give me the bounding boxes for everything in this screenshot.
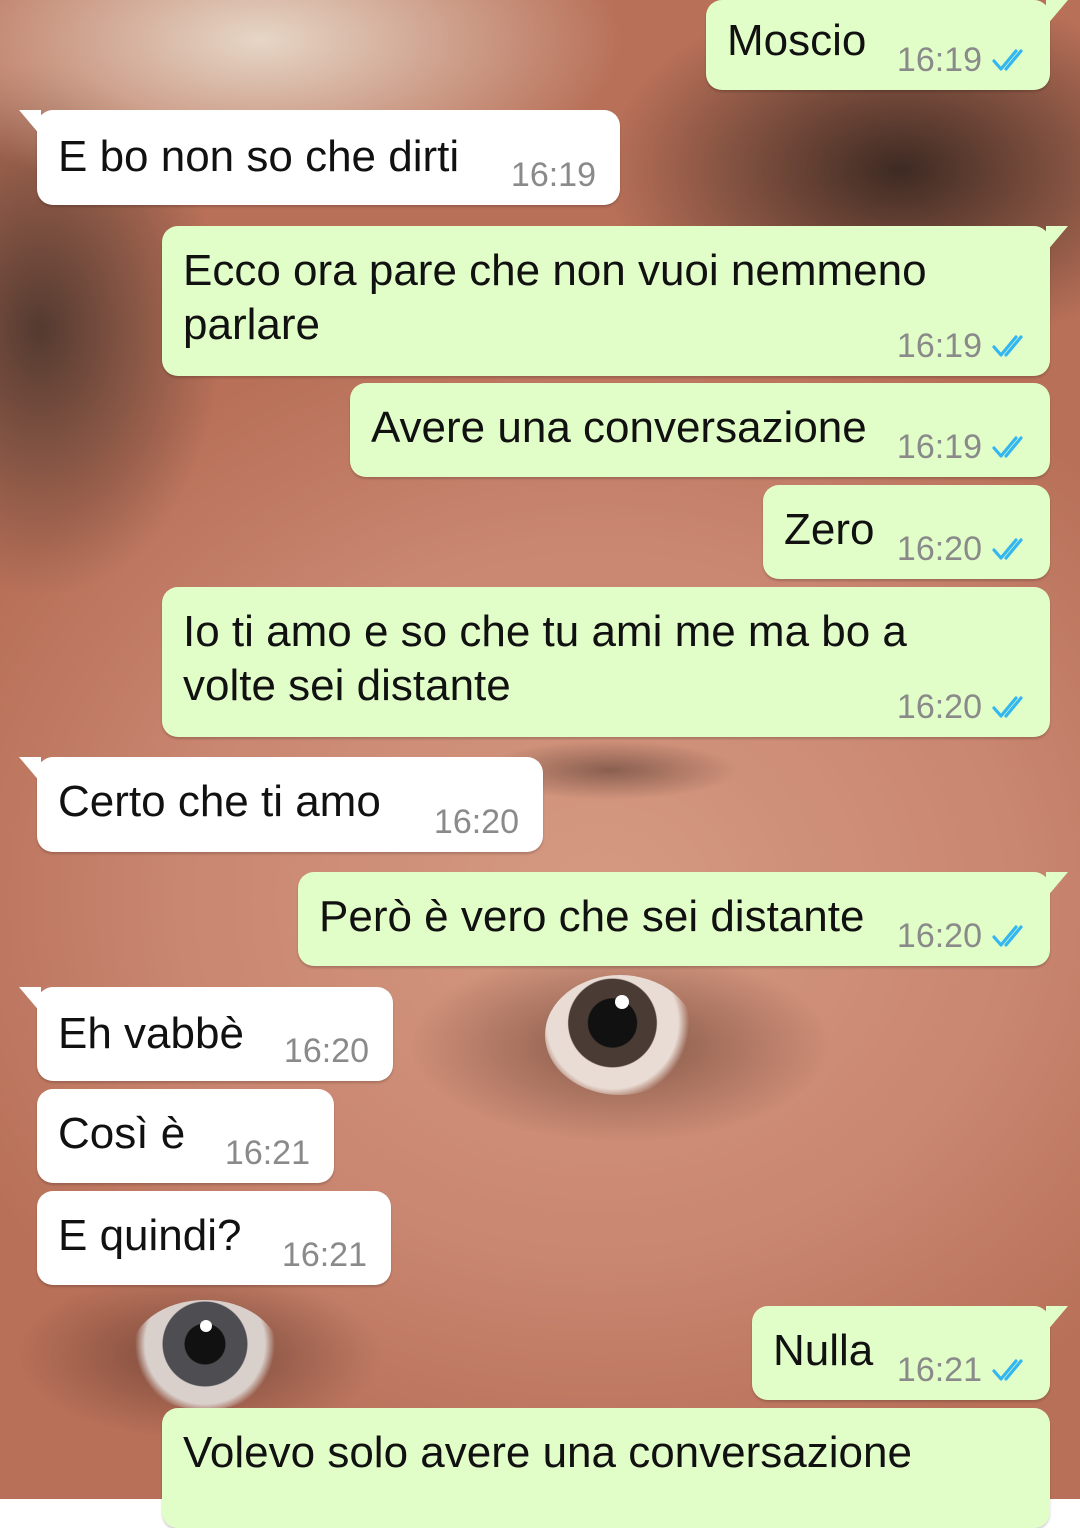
message-bubble-outgoing[interactable]: Nulla 16:21 bbox=[752, 1306, 1068, 1400]
message-bubble-outgoing[interactable]: Io ti amo e so che tu ami me ma bo a vol… bbox=[162, 587, 1050, 737]
message-text: Ecco ora pare che non vuoi nemmeno parla… bbox=[183, 246, 927, 349]
message-meta: 16:20 bbox=[434, 802, 519, 842]
message-bubble-incoming[interactable]: Così è 16:21 bbox=[37, 1089, 334, 1183]
message-text: Eh vabbè bbox=[58, 1009, 244, 1058]
message-meta: 16:21 bbox=[282, 1235, 367, 1275]
message-meta: 16:19 bbox=[897, 40, 1030, 80]
message-meta: 16:19 bbox=[897, 427, 1030, 467]
message-bubble-outgoing[interactable]: Volevo solo avere una conversazione bbox=[162, 1408, 1050, 1528]
double-check-icon bbox=[992, 49, 1023, 71]
message-time: 16:20 bbox=[896, 530, 982, 568]
message-bubble-outgoing[interactable]: Moscio 16:19 bbox=[706, 0, 1068, 90]
message-time: 16:20 bbox=[896, 688, 982, 726]
message-text: Così è bbox=[58, 1109, 186, 1158]
message-bubble-incoming[interactable]: Eh vabbè 16:20 bbox=[19, 987, 393, 1081]
message-meta: 16:21 bbox=[897, 1350, 1030, 1390]
message-meta: 16:20 bbox=[897, 529, 1030, 569]
message-text: Avere una conversazione bbox=[371, 403, 867, 452]
message-text: Io ti amo e so che tu ami me ma bo a vol… bbox=[183, 607, 907, 710]
double-check-icon bbox=[992, 335, 1023, 357]
message-text: Nulla bbox=[773, 1326, 874, 1375]
message-meta: 16:19 bbox=[897, 326, 1030, 366]
message-bubble-incoming[interactable]: E bo non so che dirti 16:19 bbox=[19, 110, 620, 205]
message-text: E quindi? bbox=[58, 1211, 242, 1260]
double-check-icon bbox=[992, 538, 1023, 560]
message-bubble-incoming[interactable]: E quindi? 16:21 bbox=[37, 1191, 391, 1285]
message-time: 16:19 bbox=[896, 428, 982, 466]
message-time: 16:21 bbox=[224, 1134, 310, 1172]
message-time: 16:19 bbox=[510, 156, 596, 194]
message-bubble-outgoing[interactable]: Avere una conversazione 16:19 bbox=[350, 383, 1050, 477]
message-meta: 16:19 bbox=[511, 155, 596, 195]
message-meta: 16:20 bbox=[284, 1031, 369, 1071]
message-text: Però è vero che sei distante bbox=[319, 892, 865, 941]
message-text: E bo non so che dirti bbox=[58, 132, 460, 181]
double-check-icon bbox=[992, 925, 1023, 947]
message-meta: 16:21 bbox=[225, 1133, 310, 1173]
message-time: 16:20 bbox=[433, 803, 519, 841]
message-time: 16:19 bbox=[896, 41, 982, 79]
double-check-icon bbox=[992, 436, 1023, 458]
wallpaper-eye bbox=[130, 1300, 280, 1410]
message-text: Moscio bbox=[727, 16, 867, 65]
message-time: 16:20 bbox=[283, 1032, 369, 1070]
message-time: 16:21 bbox=[896, 1351, 982, 1389]
message-text: Certo che ti amo bbox=[58, 777, 381, 826]
message-text: Volevo solo avere una conversazione bbox=[183, 1428, 912, 1477]
message-meta: 16:20 bbox=[897, 687, 1030, 727]
message-bubble-outgoing[interactable]: Ecco ora pare che non vuoi nemmeno parla… bbox=[162, 226, 1068, 376]
message-bubble-outgoing[interactable]: Zero 16:20 bbox=[763, 485, 1050, 579]
message-time: 16:21 bbox=[281, 1236, 367, 1274]
message-bubble-incoming[interactable]: Certo che ti amo 16:20 bbox=[19, 757, 543, 852]
message-meta: 16:20 bbox=[897, 916, 1030, 956]
message-text: Zero bbox=[784, 505, 875, 554]
message-time: 16:19 bbox=[896, 327, 982, 365]
message-time: 16:20 bbox=[896, 917, 982, 955]
double-check-icon bbox=[992, 1359, 1023, 1381]
message-bubble-outgoing[interactable]: Però è vero che sei distante 16:20 bbox=[298, 872, 1068, 966]
double-check-icon bbox=[992, 696, 1023, 718]
wallpaper-eye bbox=[545, 975, 695, 1095]
